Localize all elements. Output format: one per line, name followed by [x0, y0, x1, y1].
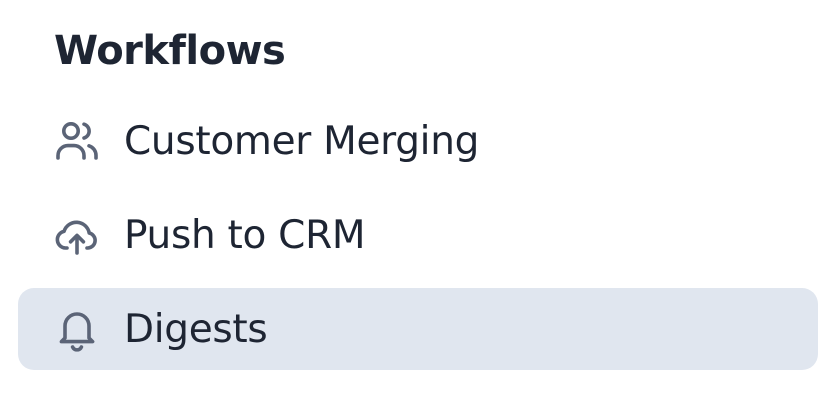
- section-title: Workflows: [54, 28, 286, 74]
- nav-item-digests[interactable]: Digests: [18, 288, 818, 370]
- nav-item-label: Push to CRM: [124, 212, 366, 258]
- nav-item-label: Customer Merging: [124, 118, 480, 164]
- cloud-upload-icon: [52, 210, 102, 260]
- nav-item-customer-merging[interactable]: Customer Merging: [18, 100, 818, 182]
- nav-item-push-to-crm[interactable]: Push to CRM: [18, 194, 818, 276]
- workflows-nav: Workflows Customer Merging Push to CRM D…: [0, 0, 834, 406]
- users-icon: [52, 116, 102, 166]
- nav-item-label: Digests: [124, 306, 268, 352]
- bell-icon: [52, 304, 102, 354]
